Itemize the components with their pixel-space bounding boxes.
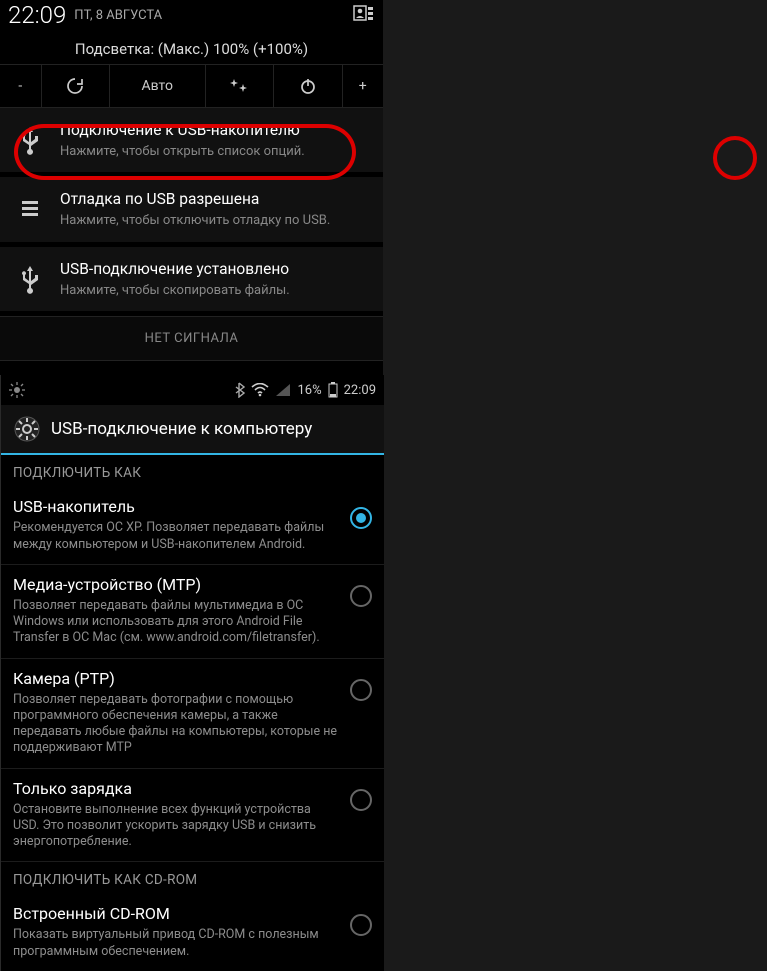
option-cdrom[interactable]: Встроенный CD-ROM Показать виртуальный п… — [1, 894, 384, 971]
status-bar-left: 22:09 ПТ, 8 АВГУСТА — [0, 0, 383, 30]
section-connect-as: ПОДКЛЮЧИТЬ КАК — [1, 455, 384, 487]
notification-usb-storage[interactable]: Подключение к USB-накопителю Нажмите, чт… — [0, 108, 383, 173]
option-subtitle: Показать виртуальный привод CD-ROM с пол… — [13, 927, 340, 960]
radio-cdrom[interactable] — [350, 914, 372, 936]
date: ПТ, 8 АВГУСТА — [74, 8, 162, 23]
bars-icon — [14, 189, 46, 229]
sparkle-icon — [228, 77, 250, 95]
refresh-icon — [65, 76, 85, 96]
battery-icon — [328, 382, 338, 398]
signal-icon — [275, 383, 291, 397]
notif-subtitle: Нажмите, чтобы отключить отладку по USB. — [60, 212, 369, 230]
clock: 22:09 — [8, 1, 66, 29]
battery-pct: 16% — [297, 383, 321, 398]
notif-title: Подключение к USB-накопителю — [60, 120, 369, 141]
notif-title: USB-подключение установлено — [60, 259, 369, 280]
notif-subtitle: Нажмите, чтобы скопировать файлы. — [60, 282, 369, 300]
option-subtitle: Позволяет передавать файлы мультимедиа в… — [13, 598, 340, 647]
usb-icon — [14, 259, 46, 299]
status-bar-right: 16% 22:09 — [1, 375, 384, 405]
notif-title: Отладка по USB разрешена — [60, 189, 369, 210]
brightness-minus[interactable]: - — [0, 65, 42, 107]
brightness-power[interactable] — [274, 65, 343, 107]
notification-usb-debug[interactable]: Отладка по USB разрешена Нажмите, чтобы … — [0, 177, 383, 242]
option-title: Камера (PTP) — [13, 669, 340, 689]
settings-header: USB-подключение к компьютеру — [1, 405, 384, 455]
section-cdrom: ПОДКЛЮЧИТЬ КАК CD-ROM — [1, 862, 384, 894]
option-title: Только зарядка — [13, 779, 340, 799]
brightness-stars[interactable] — [206, 65, 275, 107]
radio-mtp[interactable] — [350, 585, 372, 607]
option-subtitle: Позволяет передавать фотографии с помощь… — [13, 692, 340, 757]
brightness-plus[interactable]: + — [343, 65, 384, 107]
clock: 22:09 — [344, 383, 376, 398]
usb-icon — [14, 120, 46, 160]
option-mtp[interactable]: Медиа-устройство (MTP) Позволяет передав… — [1, 565, 384, 659]
brightness-refresh[interactable] — [42, 65, 111, 107]
power-icon — [299, 77, 317, 95]
annotation-highlight-right — [713, 136, 757, 180]
radio-usb-storage[interactable] — [350, 507, 372, 529]
option-title: USB-накопитель — [13, 497, 340, 517]
brightness-auto[interactable]: Авто — [110, 65, 206, 107]
no-signal-banner: НЕТ СИГНАЛА — [0, 316, 383, 361]
contact-card-icon — [353, 5, 375, 25]
wifi-icon — [251, 383, 269, 397]
bluetooth-icon — [234, 382, 245, 398]
radio-charge-only[interactable] — [350, 789, 372, 811]
option-title: Встроенный CD-ROM — [13, 904, 340, 924]
brightness-icon — [9, 382, 25, 398]
notif-subtitle: Нажмите, чтобы открыть список опций. — [60, 143, 369, 161]
quick-toggles: - Авто + — [0, 64, 383, 108]
option-title: Медиа-устройство (MTP) — [13, 575, 340, 595]
option-subtitle: Рекомендуется ОС XP. Позволяет передават… — [13, 520, 340, 553]
option-ptp[interactable]: Камера (PTP) Позволяет передавать фотогр… — [1, 659, 384, 769]
option-charge-only[interactable]: Только зарядка Остановите выполнение все… — [1, 769, 384, 863]
brightness-label: Подсветка: (Макс.) 100% (+100%) — [0, 30, 383, 64]
option-subtitle: Остановите выполнение всех функций устро… — [13, 802, 340, 851]
settings-title: USB-подключение к компьютеру — [51, 419, 312, 439]
settings-gear-icon — [13, 415, 41, 443]
notification-usb-connected[interactable]: USB-подключение установлено Нажмите, что… — [0, 247, 383, 312]
option-usb-storage[interactable]: USB-накопитель Рекомендуется ОС XP. Позв… — [1, 487, 384, 565]
